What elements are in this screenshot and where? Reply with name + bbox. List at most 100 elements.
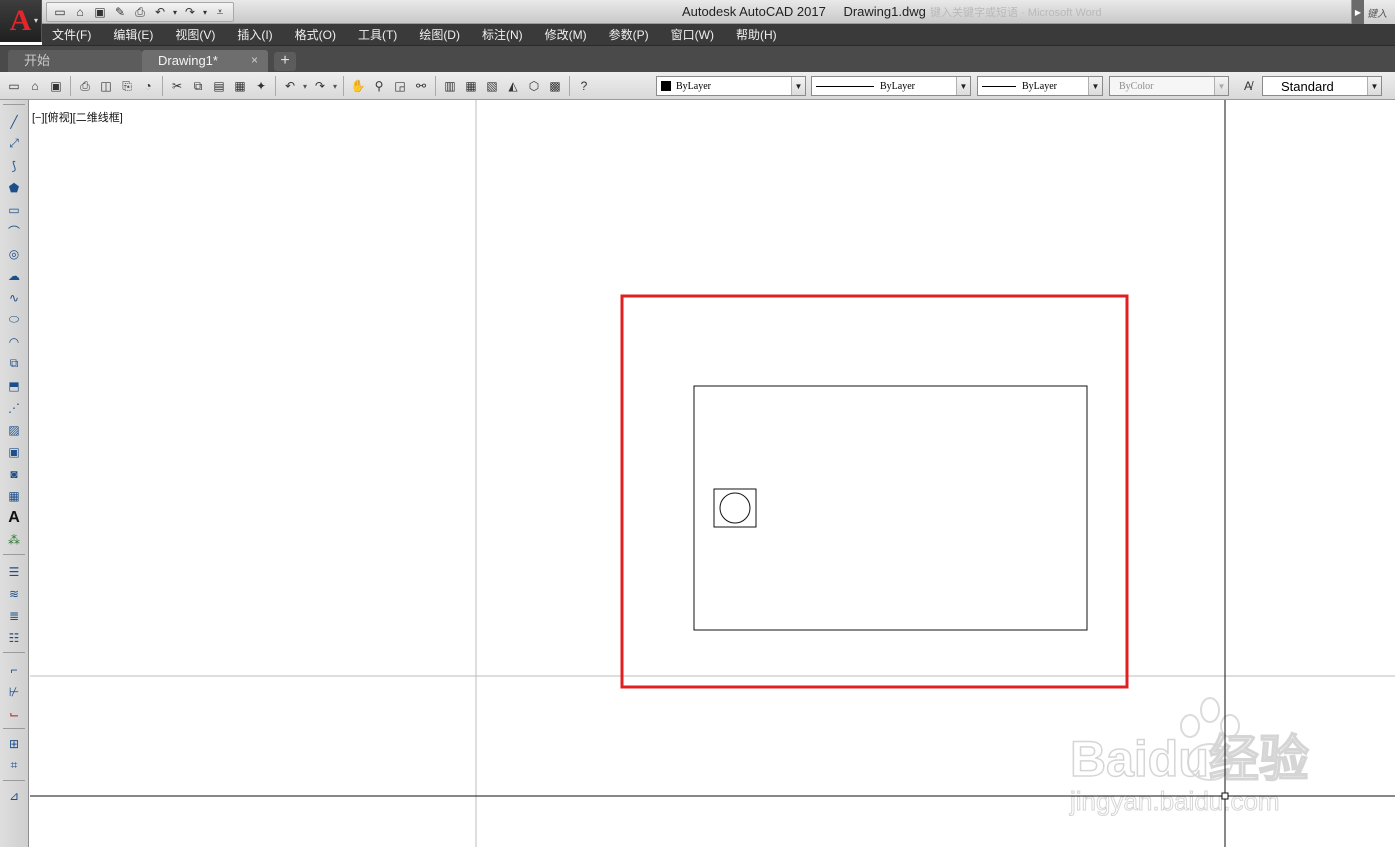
menu-parametric[interactable]: 参数(P) xyxy=(609,26,649,43)
table-icon[interactable]: ▦ xyxy=(4,486,24,505)
add-selected-icon[interactable]: ⁂ xyxy=(4,530,24,549)
gradient-icon[interactable]: ▣ xyxy=(4,442,24,461)
multiline-text-icon[interactable]: A xyxy=(4,508,24,527)
tab-drawing1[interactable]: Drawing1* × xyxy=(142,50,268,73)
layer-isolate-icon[interactable]: ☷ xyxy=(4,628,24,647)
sheet-set-icon[interactable]: ◭ xyxy=(503,76,523,96)
text-style-dropdown[interactable]: Standard ▼ xyxy=(1262,76,1382,96)
tab-start[interactable]: 开始 xyxy=(8,50,142,73)
menu-window[interactable]: 窗口(W) xyxy=(671,26,714,43)
constraint-bar-icon[interactable]: ⌗ xyxy=(4,756,24,775)
menu-dimension[interactable]: 标注(N) xyxy=(482,26,523,43)
menu-view[interactable]: 视图(V) xyxy=(175,26,215,43)
3d-dwf-icon[interactable]: ◔ xyxy=(138,76,158,96)
region-icon[interactable]: ◙ xyxy=(4,464,24,483)
color-dropdown[interactable]: ByLayer ▼ xyxy=(656,76,806,96)
rectangle-icon[interactable]: ▭ xyxy=(4,200,24,219)
hatch-icon[interactable]: ▨ xyxy=(4,420,24,439)
arc-icon[interactable]: ⌒ xyxy=(4,222,24,241)
parameters-manager-icon[interactable]: ⊿ xyxy=(4,786,24,805)
polygon-icon[interactable]: ⬟ xyxy=(4,178,24,197)
polyline-icon[interactable]: ⟆ xyxy=(4,156,24,175)
tab-label: 开始 xyxy=(24,53,51,68)
paste-icon[interactable]: ▤ xyxy=(209,76,229,96)
new-file-icon[interactable]: ▭ xyxy=(4,76,24,96)
construction-line-icon[interactable]: ⤢ xyxy=(4,134,24,153)
tool-palettes-icon[interactable]: ▧ xyxy=(482,76,502,96)
plotstyle-dropdown: ByColor ▼ xyxy=(1109,76,1229,96)
redo-dropdown-icon[interactable]: ▾ xyxy=(331,76,339,96)
help-icon[interactable]: ? xyxy=(574,76,594,96)
open-folder-icon[interactable]: ⌂ xyxy=(25,76,45,96)
circle-icon[interactable]: ◎ xyxy=(4,244,24,263)
undo-dropdown-icon[interactable]: ▾ xyxy=(301,76,309,96)
lineweight-dropdown[interactable]: ByLayer ▼ xyxy=(977,76,1103,96)
menu-help[interactable]: 帮助(H) xyxy=(736,26,777,43)
open-folder-icon[interactable]: ⌂ xyxy=(71,4,89,20)
pan-hand-icon[interactable]: ✋ xyxy=(348,76,368,96)
parametric-dimensional-icon[interactable]: ⊬ xyxy=(4,682,24,701)
match-properties-icon[interactable]: ▦ xyxy=(230,76,250,96)
application-menu-button[interactable]: A ▾ xyxy=(0,0,42,42)
menu-modify[interactable]: 修改(M) xyxy=(545,26,587,43)
menu-tools[interactable]: 工具(T) xyxy=(358,26,397,43)
auto-constrain-icon[interactable]: ⊞ xyxy=(4,734,24,753)
toolbar-divider xyxy=(3,554,25,555)
menu-draw[interactable]: 绘图(D) xyxy=(419,26,460,43)
insert-block-icon[interactable]: ⧉ xyxy=(4,354,24,373)
publish-icon[interactable]: ⎘ xyxy=(117,76,137,96)
copy-icon[interactable]: ⧉ xyxy=(188,76,208,96)
toolbar-separator xyxy=(275,76,276,96)
outer-rectangle[interactable] xyxy=(693,385,1088,631)
search-box[interactable]: ▶ 键入 xyxy=(1351,0,1395,24)
tab-label: Drawing1* xyxy=(158,53,218,68)
menu-file[interactable]: 文件(F) xyxy=(52,26,91,43)
linetype-dropdown[interactable]: ByLayer ▼ xyxy=(811,76,971,96)
design-center-icon[interactable]: ▦ xyxy=(461,76,481,96)
parametric-delete-icon[interactable]: ⌙ xyxy=(4,704,24,723)
new-file-icon[interactable]: ▭ xyxy=(51,4,69,20)
expand-arrow-icon[interactable]: ▶ xyxy=(1352,0,1364,24)
parametric-geometric-icon[interactable]: ⌐ xyxy=(4,660,24,679)
zoom-window-icon[interactable]: ◲ xyxy=(390,76,410,96)
redo-icon[interactable]: ↷ xyxy=(181,4,199,20)
undo-icon[interactable]: ↶ xyxy=(151,4,169,20)
new-tab-button[interactable]: + xyxy=(274,52,296,71)
save-as-icon[interactable]: ✎ xyxy=(111,4,129,20)
zoom-previous-icon[interactable]: ⚯ xyxy=(411,76,431,96)
quickcalc-icon[interactable]: ▩ xyxy=(545,76,565,96)
zoom-realtime-icon[interactable]: ⚲ xyxy=(369,76,389,96)
point-icon[interactable]: ⋰ xyxy=(4,398,24,417)
make-block-icon[interactable]: ⬒ xyxy=(4,376,24,395)
plot-preview-icon[interactable]: ◫ xyxy=(96,76,116,96)
close-icon[interactable]: × xyxy=(251,50,258,71)
markup-icon[interactable]: ⬡ xyxy=(524,76,544,96)
undo-dropdown-icon[interactable]: ▾ xyxy=(171,4,179,20)
customize-qat-icon[interactable]: ⩡ xyxy=(211,4,229,20)
undo-icon[interactable]: ↶ xyxy=(280,76,300,96)
drawing-canvas[interactable]: [−][俯视][二维线框] Baidu经验 jingyan.baidu.com xyxy=(30,100,1395,847)
ellipse-arc-icon[interactable]: ◠ xyxy=(4,332,24,351)
line-icon[interactable]: ╱ xyxy=(4,112,24,131)
layer-previous-icon[interactable]: ≣ xyxy=(4,606,24,625)
save-icon[interactable]: ▣ xyxy=(91,4,109,20)
layer-properties-icon[interactable]: ☰ xyxy=(4,562,24,581)
color-value: ByLayer xyxy=(676,80,711,92)
text-style-icon[interactable]: A̸ xyxy=(1238,76,1258,96)
ellipse-icon[interactable]: ⬭ xyxy=(4,310,24,329)
menu-insert[interactable]: 插入(I) xyxy=(237,26,272,43)
cut-icon[interactable]: ✂ xyxy=(167,76,187,96)
print-icon[interactable]: ⎙ xyxy=(75,76,95,96)
menu-format[interactable]: 格式(O) xyxy=(295,26,336,43)
menu-edit[interactable]: 编辑(E) xyxy=(113,26,153,43)
inner-circle[interactable] xyxy=(719,492,751,524)
block-editor-icon[interactable]: ✦ xyxy=(251,76,271,96)
revision-cloud-icon[interactable]: ☁ xyxy=(4,266,24,285)
print-icon[interactable]: ⎙ xyxy=(131,4,149,20)
layer-states-icon[interactable]: ≋ xyxy=(4,584,24,603)
spline-icon[interactable]: ∿ xyxy=(4,288,24,307)
redo-dropdown-icon[interactable]: ▾ xyxy=(201,4,209,20)
redo-icon[interactable]: ↷ xyxy=(310,76,330,96)
save-icon[interactable]: ▣ xyxy=(46,76,66,96)
properties-icon[interactable]: ▥ xyxy=(440,76,460,96)
